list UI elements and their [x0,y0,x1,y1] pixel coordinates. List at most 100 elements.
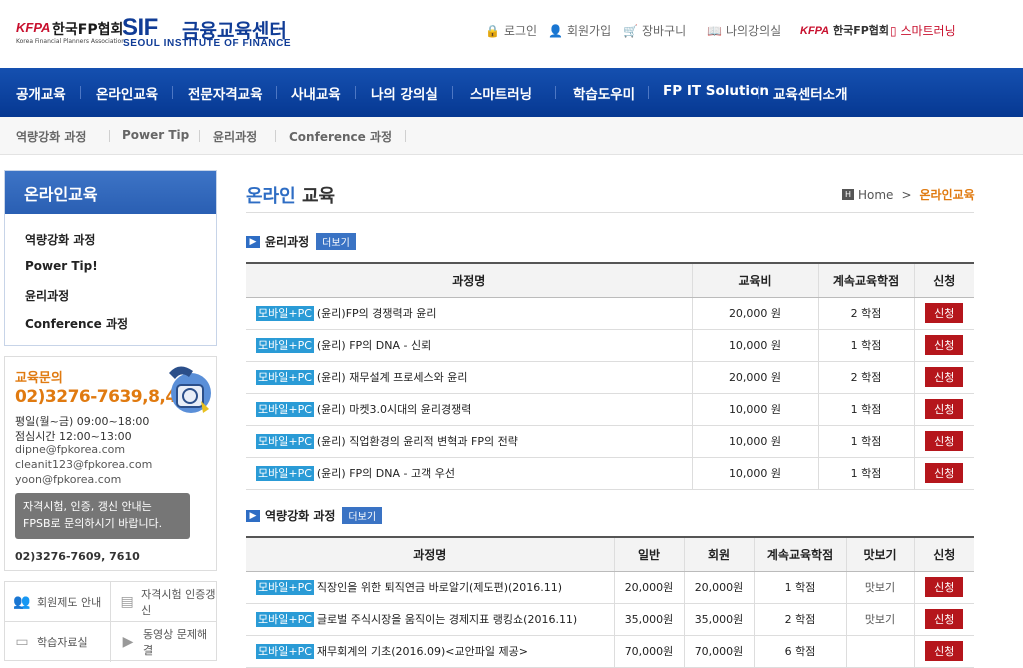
apply-button[interactable]: 신청 [925,303,964,323]
quick-links: 👥 회원제도 안내 ▤ 자격시험 인증갱신 ▭ 학습자료실 ▶ 동영상 문제해결 [4,581,217,662]
login-link[interactable]: 🔒 로그인 [485,22,537,39]
apply-button[interactable]: 신청 [925,431,964,451]
apply-cell: 신청 [913,297,974,330]
course-name[interactable]: 글로벌 주식시장을 움직이는 경제지표 랭킹쇼(2016.11) [317,613,577,626]
quick-link-video-help[interactable]: ▶ 동영상 문제해결 [111,622,217,662]
apply-button[interactable]: 신청 [925,609,964,629]
page-title-rest: 교육 [295,186,336,207]
page-title-highlight: 온라인 [246,186,296,207]
course-name[interactable]: 직장인을 위한 퇴직연금 바로알기(제도편)(2016.11) [317,581,562,594]
quick-link-label: 회원제도 안내 [37,595,102,609]
quick-link-certification[interactable]: ▤ 자격시험 인증갱신 [111,582,217,622]
course-name[interactable]: (윤리) 직업환경의 윤리적 변혁과 FP의 전략 [317,435,518,448]
ethics-more-button[interactable]: 더보기 [316,233,356,250]
kfpa-logo-name[interactable]: 한국FP협회 [52,19,123,39]
apply-button[interactable]: 신청 [925,641,964,661]
course-name-cell[interactable]: 모바일+PC 재무회계의 기초(2016.09)<교안파일 제공> [246,635,614,668]
kfpa-util-link[interactable]: KFPA 한국FP협회 [800,22,889,38]
gnb-corporate-education[interactable]: 사내교육 [291,83,341,103]
tooltip-line: 자격시험, 인증, 갱신 안내는 [23,500,152,513]
quick-link-membership[interactable]: 👥 회원제도 안내 [5,582,111,622]
side-menu-title: 온라인교육 [5,171,216,214]
gnb-professional-education[interactable]: 전문자격교육 [188,83,263,103]
column-header: 일반 [613,536,684,572]
apply-button[interactable]: 신청 [925,399,964,419]
snb-conference[interactable]: Conference 과정 [289,128,392,145]
course-name-cell[interactable]: 모바일+PC (윤리) 마켓3.0시대의 윤리경쟁력 [246,393,692,426]
apply-button[interactable]: 신청 [925,577,964,597]
kfpa-logo[interactable]: KFPA [16,20,50,35]
table-row: 모바일+PC (윤리) FP의 DNA - 신뢰 10,000 원 1 학점 신청 [246,329,974,362]
course-name[interactable]: 재무회계의 기초(2016.09)<교안파일 제공> [317,645,528,658]
sub-nav: 역량강화 과정 Power Tip 윤리과정 Conference 과정 [0,117,1023,155]
competency-section-header: ▶ 역량강화 과정 더보기 [246,507,383,524]
side-menu-conference[interactable]: Conference 과정 [25,315,128,332]
quick-link-materials[interactable]: ▭ 학습자료실 [5,622,111,662]
page-title: 온라인 교육 [246,182,335,208]
course-name-cell[interactable]: 모바일+PC 글로벌 주식시장을 움직이는 경제지표 랭킹쇼(2016.11) [246,603,614,636]
snb-divider [109,130,110,142]
gnb-smart-learning[interactable]: 스마트러닝 [470,83,532,103]
table-header-row: 과정명 일반 회원 계속교육학점 맛보기 신청 [246,536,974,572]
course-fee: 20,000 원 [691,297,818,330]
contact-email[interactable]: yoon@fpkorea.com [15,473,121,486]
preview-link[interactable]: 맛보기 [845,603,914,636]
competency-more-button[interactable]: 더보기 [342,507,383,524]
apply-cell: 신청 [913,603,974,636]
course-name[interactable]: (윤리)FP의 경쟁력과 윤리 [317,307,437,320]
quick-link-label: 자격시험 인증갱신 [141,587,216,617]
course-name[interactable]: (윤리) 재무설계 프로세스와 윤리 [317,371,468,384]
table-row: 모바일+PC (윤리) FP의 DNA - 고객 우선 10,000 원 1 학점… [246,457,974,490]
contact-email[interactable]: dipne@fpkorea.com [15,443,125,456]
snb-power-tip[interactable]: Power Tip [122,128,189,142]
person-icon: 👤 [548,23,563,38]
course-name-cell[interactable]: 모바일+PC (윤리)FP의 경쟁력과 윤리 [246,297,692,330]
tooltip-line: FPSB로 문의하시기 바랍니다. [23,517,163,530]
course-credit: 1 학점 [817,425,914,458]
general-fee: 35,000원 [613,603,684,636]
gnb-about-center[interactable]: 교육센터소개 [773,83,848,103]
contact-lunch: 점심시간 12:00~13:00 [15,430,132,443]
side-menu-competency[interactable]: 역량강화 과정 [25,231,95,248]
gnb-divider [452,86,453,99]
cart-link[interactable]: 🛒 장바구니 [623,22,686,39]
general-fee: 20,000원 [613,571,684,604]
gnb-public-education[interactable]: 공개교육 [16,83,66,103]
contact-hours: 평일(월~금) 09:00~18:00 [15,415,150,428]
join-link[interactable]: 👤 회원가입 [548,22,611,39]
side-menu-power-tip[interactable]: Power Tip! [25,259,98,273]
snb-divider [405,130,406,142]
breadcrumb: H Home > 온라인교육 [842,186,975,203]
snb-competency[interactable]: 역량강화 과정 [16,128,86,145]
snb-ethics[interactable]: 윤리과정 [213,128,257,145]
gnb-my-classroom[interactable]: 나의 강의실 [371,83,438,103]
side-menu: 온라인교육 역량강화 과정 Power Tip! 윤리과정 Conference… [4,170,217,346]
kfpa-logo-sub: Korea Financial Planners Association [16,38,126,45]
apply-button[interactable]: 신청 [925,463,964,483]
preview-link[interactable]: 맛보기 [845,571,914,604]
course-name-cell[interactable]: 모바일+PC (윤리) FP의 DNA - 신뢰 [246,329,692,362]
preview-link [845,635,914,668]
apply-button[interactable]: 신청 [925,367,964,387]
course-name[interactable]: (윤리) FP의 DNA - 신뢰 [317,339,431,352]
course-name[interactable]: (윤리) FP의 DNA - 고객 우선 [317,467,455,480]
column-header: 과정명 [246,536,614,572]
course-name-cell[interactable]: 모바일+PC (윤리) FP의 DNA - 고객 우선 [246,457,692,490]
apply-cell: 신청 [913,571,974,604]
gnb-online-education[interactable]: 온라인교육 [96,83,158,103]
course-fee: 20,000 원 [691,361,818,394]
course-name-cell[interactable]: 모바일+PC (윤리) 재무설계 프로세스와 윤리 [246,361,692,394]
table-row: 모바일+PC 글로벌 주식시장을 움직이는 경제지표 랭킹쇼(2016.11) 3… [246,603,974,636]
apply-cell: 신청 [913,329,974,362]
apply-button[interactable]: 신청 [925,335,964,355]
contact-email[interactable]: cleanit123@fpkorea.com [15,458,152,471]
breadcrumb-home[interactable]: Home [858,188,893,202]
course-name-cell[interactable]: 모바일+PC (윤리) 직업환경의 윤리적 변혁과 FP의 전략 [246,425,692,458]
course-name-cell[interactable]: 모바일+PC 직장인을 위한 퇴직연금 바로알기(제도편)(2016.11) [246,571,614,604]
gnb-fp-it-solution[interactable]: FP IT Solution [663,83,769,99]
gnb-learning-helper[interactable]: 학습도우미 [573,83,635,103]
my-class-link[interactable]: 📖 나의강의실 [707,22,781,39]
course-name[interactable]: (윤리) 마켓3.0시대의 윤리경쟁력 [317,403,472,416]
side-menu-ethics[interactable]: 윤리과정 [25,287,69,304]
smart-learning-link[interactable]: ▯ 스마트러닝 [890,22,956,39]
